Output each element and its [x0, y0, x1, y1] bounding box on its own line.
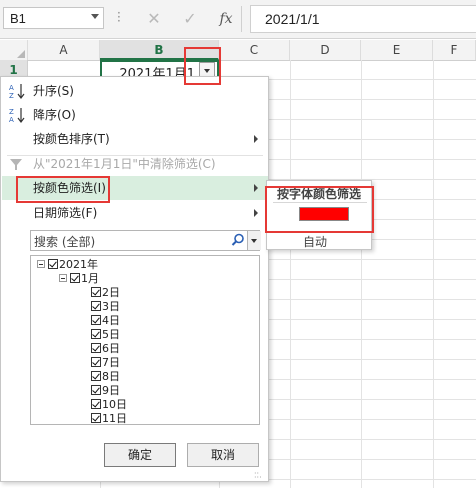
value-tree-list: 2021年 1月 2日 3日 4日 5日 6日 7日 8日 9日 10日 11日: [30, 255, 260, 425]
tree-label: 11日: [102, 412, 127, 425]
sort-descending-icon: Z A: [9, 108, 25, 124]
tree-label: 6日: [102, 342, 120, 355]
gridline: [361, 60, 362, 488]
tree-label: 7日: [102, 356, 120, 369]
tree-item-year[interactable]: 2021年: [37, 258, 127, 272]
tree-item-day[interactable]: 7日: [37, 356, 127, 370]
tree-item-day[interactable]: 3日: [37, 300, 127, 314]
formula-input[interactable]: 2021/1/1: [250, 5, 476, 33]
tree-item-month[interactable]: 1月: [37, 272, 127, 286]
automatic-color-option[interactable]: 自动: [303, 233, 327, 250]
checkbox[interactable]: [91, 343, 101, 353]
column-header-e[interactable]: E: [361, 40, 433, 60]
cancel-button[interactable]: 取消: [187, 443, 259, 467]
tree-item-day[interactable]: 8日: [37, 370, 127, 384]
chevron-down-icon: [251, 239, 257, 243]
submenu-arrow-icon: [254, 135, 258, 143]
checkbox[interactable]: [91, 315, 101, 325]
menu-filter-by-color[interactable]: 按颜色筛选(I): [2, 176, 268, 200]
menu-label: 按颜色筛选(I): [33, 181, 106, 195]
search-icon[interactable]: [231, 233, 245, 247]
menu-label: 从"2021年1月1日"中清除筛选(C): [33, 157, 216, 171]
column-header-d[interactable]: D: [290, 40, 361, 60]
tree-item-day[interactable]: 5日: [37, 328, 127, 342]
checkbox[interactable]: [70, 273, 80, 283]
menu-label: 升序(S): [33, 84, 74, 98]
clear-filter-icon: [10, 159, 22, 170]
divider: [273, 202, 367, 203]
submenu-arrow-icon: [254, 209, 258, 217]
tree-label: 9日: [102, 384, 120, 397]
name-box[interactable]: B1: [3, 7, 104, 29]
submenu-arrow-icon: [254, 184, 258, 192]
column-header-row: A B C D E F: [0, 40, 476, 61]
tree-label: 2日: [102, 286, 120, 299]
insert-function-button[interactable]: fx: [214, 8, 238, 30]
enter-icon[interactable]: ✓: [178, 8, 202, 30]
column-header-f[interactable]: F: [433, 40, 476, 60]
tree-item-day[interactable]: 10日: [37, 398, 127, 412]
menu-clear-filter[interactable]: 从"2021年1月1日"中清除筛选(C): [2, 152, 268, 176]
formula-value: 2021/1/1: [265, 11, 320, 27]
gridline: [433, 60, 434, 488]
select-all-button[interactable]: [0, 40, 28, 60]
sort-ascending-icon: A Z: [9, 84, 25, 100]
svg-text:A: A: [9, 116, 14, 124]
chevron-down-icon: [204, 69, 210, 73]
menu-label: 按颜色排序(T): [33, 132, 110, 146]
tree-content: 2021年 1月 2日 3日 4日 5日 6日 7日 8日 9日 10日 11日: [37, 258, 127, 425]
tree-label: 8日: [102, 370, 120, 383]
svg-text:Z: Z: [9, 108, 14, 116]
chevron-down-icon[interactable]: [91, 14, 99, 19]
gridline: [290, 60, 291, 488]
checkbox[interactable]: [91, 371, 101, 381]
menu-label: 日期筛选(F): [33, 206, 98, 220]
color-filter-submenu: 按字体颜色筛选 自动: [266, 180, 372, 250]
tree-item-day[interactable]: 11日: [37, 412, 127, 425]
menu-date-filters[interactable]: 日期筛选(F): [2, 201, 268, 225]
color-swatch-red[interactable]: [299, 207, 349, 221]
checkbox[interactable]: [91, 329, 101, 339]
select-all-icon: [17, 50, 25, 58]
collapse-icon[interactable]: [37, 260, 45, 268]
column-header-a[interactable]: A: [28, 40, 100, 60]
tree-label: 3日: [102, 300, 120, 313]
column-header-b[interactable]: B: [100, 40, 219, 60]
checkbox[interactable]: [48, 259, 58, 269]
collapse-icon[interactable]: [59, 274, 67, 282]
tree-item-day[interactable]: 2日: [37, 286, 127, 300]
ok-button[interactable]: 确定: [104, 443, 176, 467]
tree-item-day[interactable]: 4日: [37, 314, 127, 328]
formula-bar-grip: · · ·: [117, 6, 121, 28]
tree-label: 1月: [81, 272, 99, 285]
search-placeholder: 搜索 (全部): [34, 235, 96, 249]
checkbox[interactable]: [91, 385, 101, 395]
menu-label: 降序(O): [33, 108, 76, 122]
checkbox[interactable]: [91, 399, 101, 409]
tree-label: 10日: [102, 398, 127, 411]
tree-item-day[interactable]: 9日: [37, 384, 127, 398]
divider: [241, 6, 242, 32]
tree-label: 5日: [102, 328, 120, 341]
search-input[interactable]: 搜索 (全部): [30, 230, 261, 251]
checkbox[interactable]: [91, 301, 101, 311]
submenu-title: 按字体颜色筛选: [277, 187, 362, 201]
tree-label: 4日: [102, 314, 120, 327]
checkbox[interactable]: [91, 287, 101, 297]
tree-label: 2021年: [59, 258, 98, 271]
svg-text:Z: Z: [9, 92, 14, 100]
menu-sort-descending[interactable]: Z A 降序(O): [2, 103, 268, 127]
menu-sort-ascending[interactable]: A Z 升序(S): [2, 79, 268, 103]
tree-item-day[interactable]: 6日: [37, 342, 127, 356]
svg-text:A: A: [9, 84, 14, 92]
menu-sort-by-color[interactable]: 按颜色排序(T): [2, 127, 268, 151]
formula-bar: B1 · · · ✕ ✓ fx 2021/1/1: [0, 0, 476, 39]
name-box-value: B1: [10, 11, 26, 26]
search-options-button[interactable]: [247, 231, 261, 250]
checkbox[interactable]: [91, 413, 101, 423]
resize-grip-icon[interactable]: ·· ···: [254, 470, 264, 482]
checkbox[interactable]: [91, 357, 101, 367]
column-header-c[interactable]: C: [219, 40, 290, 60]
cancel-icon[interactable]: ✕: [142, 8, 166, 30]
